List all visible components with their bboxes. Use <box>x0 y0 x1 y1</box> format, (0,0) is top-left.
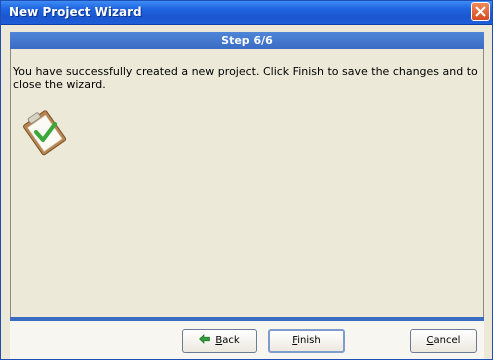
close-icon <box>475 6 486 17</box>
back-label: ack <box>222 335 240 346</box>
cancel-label: ancel <box>433 335 461 346</box>
success-message: You have successfully created a new proj… <box>13 65 478 91</box>
back-arrow-icon <box>199 334 211 344</box>
clipboard-check-icon <box>23 110 67 156</box>
close-button[interactable] <box>471 2 490 21</box>
cancel-mnemonic: C <box>426 335 434 346</box>
window-title: New Project Wizard <box>9 5 142 19</box>
step-indicator: Step 6/6 <box>10 32 484 49</box>
finish-button[interactable]: Finish <box>268 329 345 353</box>
wizard-window: New Project Wizard Step 6/6 You have suc… <box>0 0 493 360</box>
wizard-content: You have successfully created a new proj… <box>10 49 484 317</box>
title-bar[interactable]: New Project Wizard <box>1 1 492 25</box>
button-bar: Back Finish Cancel <box>10 321 484 359</box>
finish-label: inish <box>297 335 321 346</box>
cancel-button[interactable]: Cancel <box>410 329 477 353</box>
back-button[interactable]: Back <box>182 329 257 353</box>
